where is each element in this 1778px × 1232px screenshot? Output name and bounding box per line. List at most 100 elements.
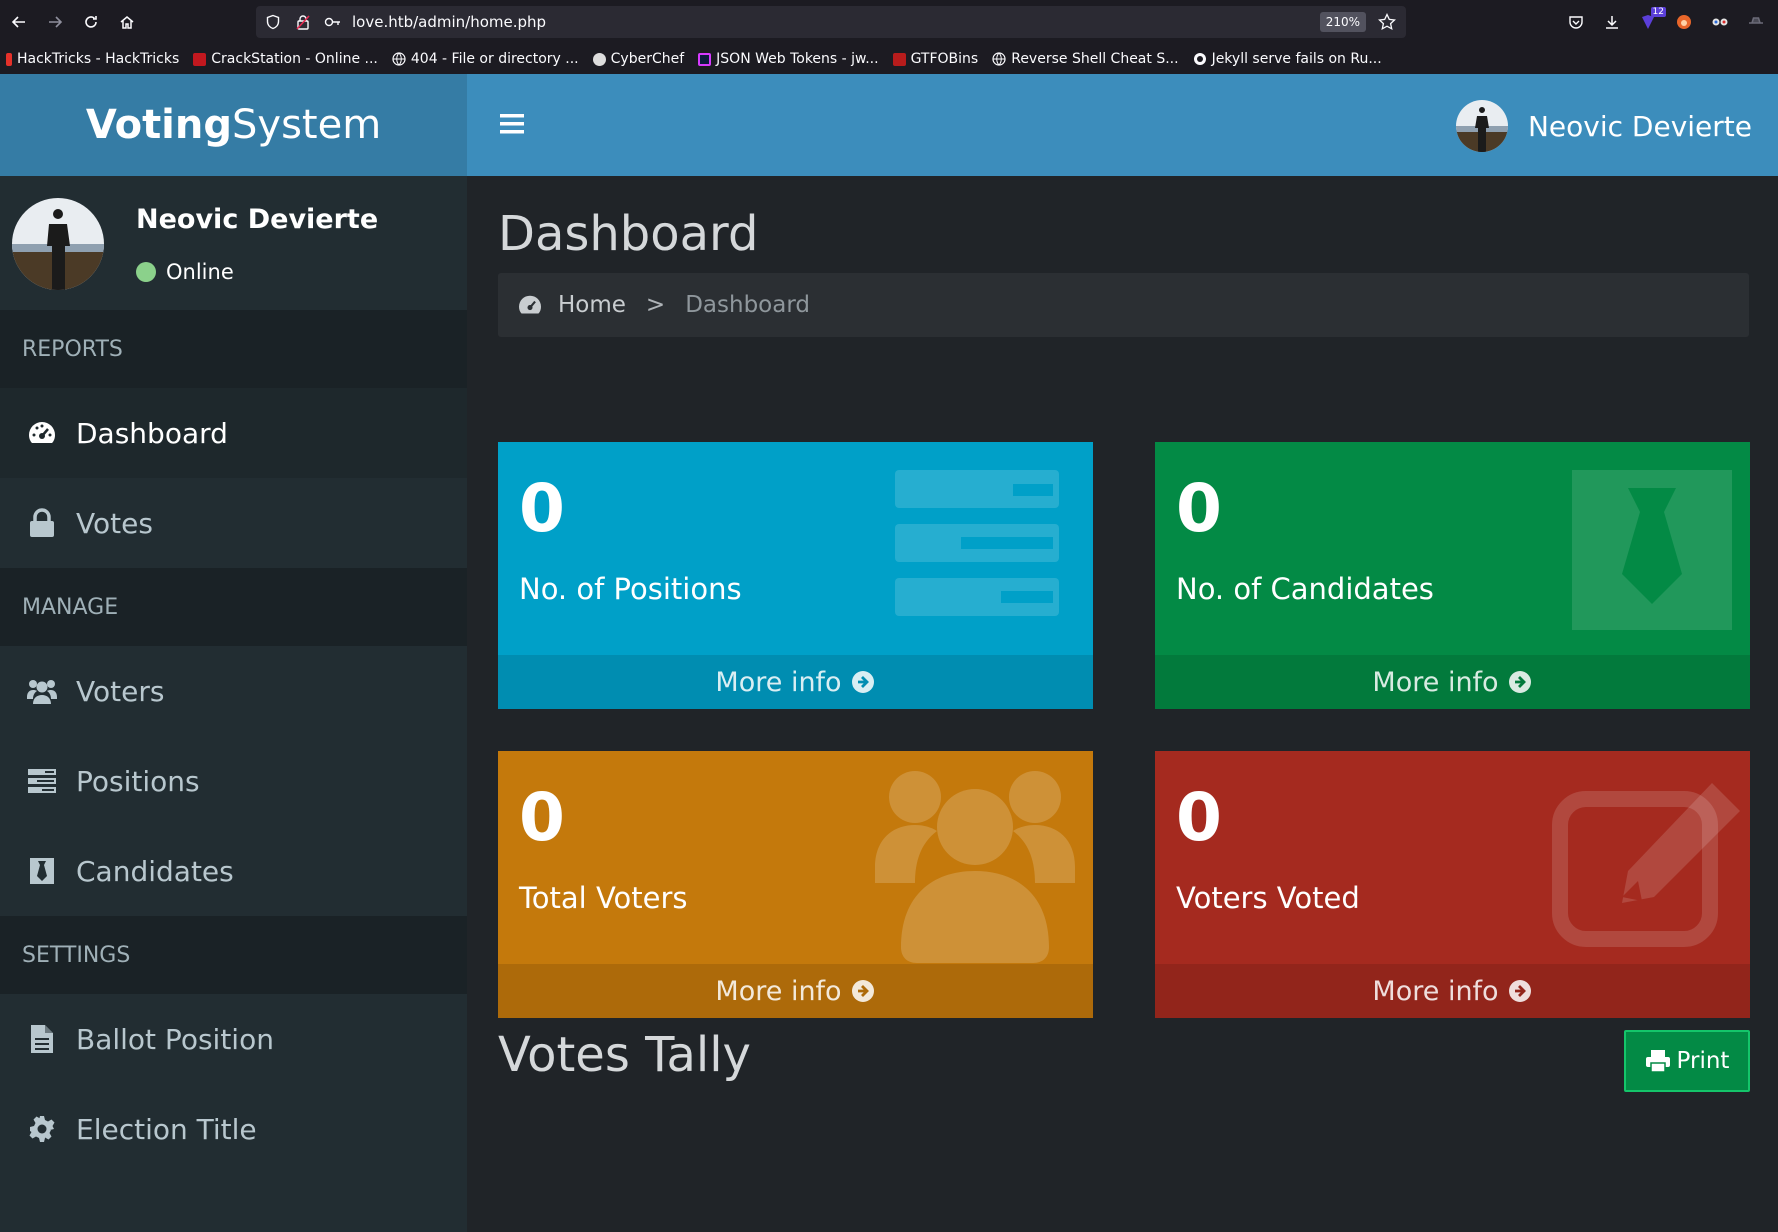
bookmark-cyberchef[interactable]: CyberChef <box>592 51 684 67</box>
bookmark-reverse-shell[interactable]: Reverse Shell Cheat S... <box>992 51 1179 67</box>
avatar <box>1455 100 1508 152</box>
bookmark-crackstation[interactable]: CrackStation - Online ... <box>193 51 378 67</box>
arrow-circle-right-icon <box>1507 978 1533 1004</box>
zoom-level-badge[interactable]: 210% <box>1319 12 1366 32</box>
hacktricks-favicon-icon <box>6 52 12 66</box>
stat-box-voters-voted: 0 Voters Voted More info <box>1155 751 1750 1018</box>
print-button[interactable]: Print <box>1624 1030 1750 1092</box>
users-icon <box>26 675 58 707</box>
stat-box-candidates: 0 No. of Candidates More info <box>1155 442 1750 709</box>
sidebar-item-election-title[interactable]: Election Title <box>0 1084 467 1174</box>
breadcrumb-separator: > <box>645 292 666 318</box>
sidebar-item-ballot-position[interactable]: Ballot Position <box>0 994 467 1084</box>
tie-icon <box>26 855 58 887</box>
positions-more-info-link[interactable]: More info <box>498 655 1093 709</box>
foxyproxy-icon[interactable] <box>1670 5 1698 39</box>
arrow-circle-right-icon <box>850 978 876 1004</box>
positions-label: No. of Positions <box>519 572 742 606</box>
jwt-favicon-icon <box>698 52 712 66</box>
bookmark-star-icon[interactable] <box>1374 9 1400 35</box>
votes-tally-heading: Votes Tally <box>498 1027 751 1083</box>
voters-voted-count: 0 <box>1176 779 1222 856</box>
users-icon <box>875 767 1075 967</box>
total-voters-label: Total Voters <box>519 881 688 915</box>
lock-icon <box>26 507 58 539</box>
breadcrumb: Home > Dashboard <box>498 273 1749 337</box>
globe-icon <box>992 52 1006 66</box>
forward-arrow-icon[interactable] <box>38 5 72 39</box>
sidebar-item-voters[interactable]: Voters <box>0 646 467 736</box>
voters-voted-label: Voters Voted <box>1176 881 1360 915</box>
brand-logo[interactable]: Voting System <box>0 74 467 176</box>
home-icon[interactable] <box>110 5 144 39</box>
breadcrumb-home-link[interactable]: Home <box>558 292 626 318</box>
cyberchef-favicon-icon <box>592 52 606 66</box>
stat-box-positions: 0 No. of Positions More info <box>498 442 1093 709</box>
total-voters-count: 0 <box>519 779 565 856</box>
dashboard-icon <box>26 417 58 449</box>
tasks-icon <box>895 470 1075 650</box>
total-voters-more-info-link[interactable]: More info <box>498 964 1093 1018</box>
arrow-circle-right-icon <box>850 669 876 695</box>
gtfobins-favicon-icon <box>892 52 906 66</box>
menu-header-settings: SETTINGS <box>0 916 467 994</box>
status-dot-icon <box>136 262 156 282</box>
menu-header-manage: MANAGE <box>0 568 467 646</box>
crackstation-favicon-icon <box>193 52 207 66</box>
hamburger-menu-icon[interactable] <box>497 109 527 139</box>
navbar-user-name: Neovic Devierte <box>1527 109 1752 143</box>
sidebar: Neovic Devierte Online REPORTS Dashboard… <box>0 176 467 1232</box>
bookmark-jwt[interactable]: JSON Web Tokens - jw... <box>698 51 879 67</box>
edit-icon <box>1552 779 1740 959</box>
user-menu[interactable]: Neovic Devierte <box>1455 100 1752 152</box>
top-navbar: Neovic Devierte <box>467 74 1778 176</box>
voting-app: Voting System Neovic Devierte Neovic Devi… <box>0 74 1778 1232</box>
sidebar-user-name: Neovic Devierte <box>136 204 379 235</box>
tasks-icon <box>26 765 58 797</box>
insecure-lock-icon[interactable] <box>290 9 316 35</box>
avatar <box>12 198 104 290</box>
bookmark-hacktricks[interactable]: HackTricks - HackTricks <box>6 51 179 67</box>
sidebar-item-candidates[interactable]: Candidates <box>0 826 467 916</box>
stat-box-total-voters: 0 Total Voters More info <box>498 751 1093 1018</box>
user-panel: Neovic Devierte Online <box>0 176 467 310</box>
browser-extension-icons: 12 <box>1562 5 1770 39</box>
bookmarks-bar: HackTricks - HackTricks CrackStation - O… <box>0 44 1778 74</box>
arrow-circle-right-icon <box>1507 669 1533 695</box>
sidebar-item-dashboard[interactable]: Dashboard <box>0 388 467 478</box>
menu-header-reports: REPORTS <box>0 310 467 388</box>
voters-voted-more-info-link[interactable]: More info <box>1155 964 1750 1018</box>
page-title: Dashboard <box>498 206 759 262</box>
github-icon <box>1193 52 1207 66</box>
main-content: Dashboard Home > Dashboard 0 No. of Posi… <box>467 176 1778 1232</box>
notification-count: 12 <box>1650 7 1666 17</box>
download-icon[interactable] <box>1598 5 1626 39</box>
url-text[interactable]: love.htb/admin/home.php <box>352 13 1320 31</box>
extension-notification-icon[interactable]: 12 <box>1634 5 1666 39</box>
positions-count: 0 <box>519 470 565 547</box>
url-bar[interactable]: love.htb/admin/home.php 210% <box>256 6 1406 38</box>
breadcrumb-current: Dashboard <box>685 292 810 318</box>
wappalyzer-icon[interactable] <box>1706 5 1734 39</box>
pocket-icon[interactable] <box>1562 5 1590 39</box>
bookmark-gtfobins[interactable]: GTFOBins <box>892 51 978 67</box>
spy-extension-icon[interactable] <box>1742 5 1770 39</box>
print-icon <box>1645 1048 1671 1074</box>
gear-icon <box>26 1113 58 1145</box>
bookmark-jekyll[interactable]: Jekyll serve fails on Ru... <box>1193 51 1382 67</box>
file-icon <box>26 1023 58 1055</box>
sidebar-item-positions[interactable]: Positions <box>0 736 467 826</box>
candidates-count: 0 <box>1176 470 1222 547</box>
key-icon[interactable] <box>320 9 346 35</box>
globe-icon <box>392 52 406 66</box>
bookmark-404[interactable]: 404 - File or directory ... <box>392 51 579 67</box>
back-arrow-icon[interactable] <box>2 5 36 39</box>
shield-icon[interactable] <box>260 9 286 35</box>
dashboard-icon <box>516 291 544 319</box>
online-status: Online <box>136 260 234 284</box>
candidates-more-info-link[interactable]: More info <box>1155 655 1750 709</box>
browser-chrome: love.htb/admin/home.php 210% 12 HackTric… <box>0 0 1778 74</box>
candidates-label: No. of Candidates <box>1176 572 1434 606</box>
reload-icon[interactable] <box>74 5 108 39</box>
sidebar-item-votes[interactable]: Votes <box>0 478 467 568</box>
